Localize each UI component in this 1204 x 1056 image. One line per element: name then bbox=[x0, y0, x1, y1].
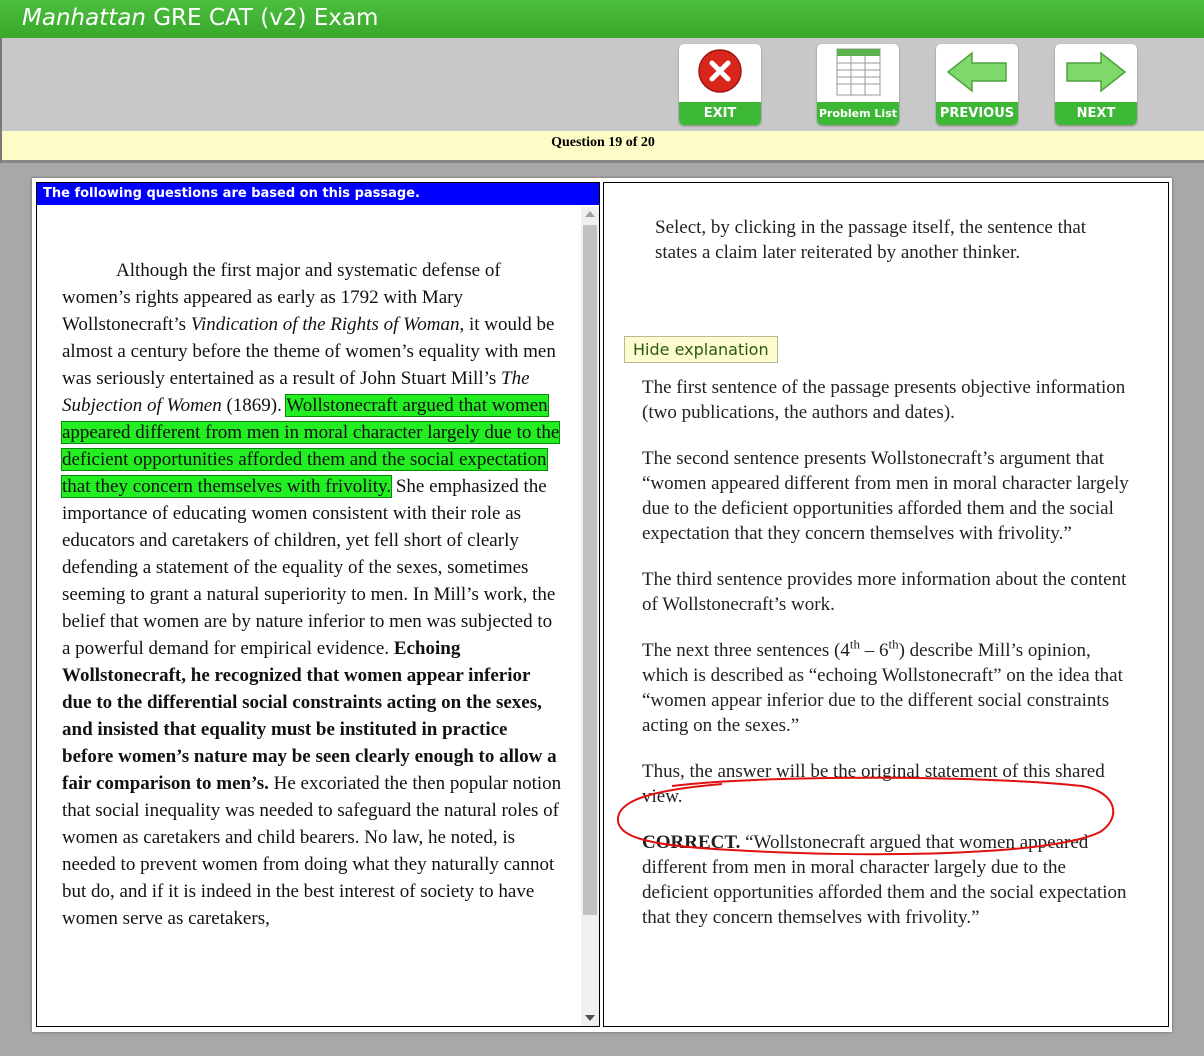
scroll-up-icon[interactable] bbox=[585, 211, 595, 217]
scroll-down-icon[interactable] bbox=[585, 1015, 595, 1021]
toolbar: EXIT Problem List PREVIOUS NEXT bbox=[0, 38, 1204, 131]
explanation: The first sentence of the passage presen… bbox=[642, 375, 1134, 951]
arrow-right-icon bbox=[1066, 51, 1127, 93]
previous-label: PREVIOUS bbox=[936, 102, 1018, 125]
passage-book-title[interactable]: Vindication of the Rights of Woman bbox=[191, 314, 460, 335]
passage-sentence[interactable]: (1869). bbox=[222, 395, 287, 416]
passage-bold-sentence[interactable]: Echoing Wollstonecraft, he recognized th… bbox=[62, 638, 557, 794]
previous-button[interactable]: PREVIOUS bbox=[936, 44, 1018, 125]
grid-list-icon bbox=[836, 48, 881, 96]
app-title-bar: Manhattan GRE CAT (v2) Exam bbox=[0, 0, 1204, 38]
passage-header: The following questions are based on thi… bbox=[37, 183, 599, 205]
close-x-icon bbox=[698, 49, 742, 93]
passage-scrollbar[interactable] bbox=[581, 207, 599, 1026]
exit-label: EXIT bbox=[679, 102, 761, 125]
app-title: GRE CAT (v2) Exam bbox=[145, 5, 379, 31]
problem-list-button[interactable]: Problem List bbox=[817, 44, 899, 125]
explanation-paragraph: The first sentence of the passage presen… bbox=[642, 377, 1126, 423]
problem-list-label: Problem List bbox=[817, 102, 899, 125]
next-label: NEXT bbox=[1055, 102, 1137, 125]
app-title-brand: Manhattan bbox=[22, 5, 146, 31]
explanation-paragraph: The next three sentences (4th – 6th) des… bbox=[642, 636, 1123, 736]
passage-sentence[interactable]: He excoriated the then popular notion th… bbox=[62, 773, 561, 929]
passage-text: Although the first major and systematic … bbox=[60, 257, 562, 932]
next-button[interactable]: NEXT bbox=[1055, 44, 1137, 125]
scroll-thumb[interactable] bbox=[583, 225, 597, 915]
question-prompt: Select, by clicking in the passage itsel… bbox=[655, 217, 1087, 263]
arrow-left-icon bbox=[946, 51, 1007, 93]
exit-button[interactable]: EXIT bbox=[679, 44, 761, 125]
explanation-paragraph: The second sentence presents Wollstonecr… bbox=[642, 448, 1129, 544]
hide-explanation-button[interactable]: Hide explanation bbox=[624, 336, 778, 363]
passage-sentence[interactable]: She emphasized the importance of educati… bbox=[62, 476, 555, 659]
explanation-paragraph: The third sentence provides more informa… bbox=[642, 569, 1127, 615]
annotation-circle bbox=[616, 776, 1115, 856]
passage-pane: The following questions are based on thi… bbox=[36, 182, 600, 1027]
question-pane: Select, by clicking in the passage itsel… bbox=[603, 182, 1169, 1027]
question-counter: Question 19 of 20 bbox=[551, 135, 655, 150]
question-counter-bar: Question 19 of 20 bbox=[0, 131, 1204, 163]
